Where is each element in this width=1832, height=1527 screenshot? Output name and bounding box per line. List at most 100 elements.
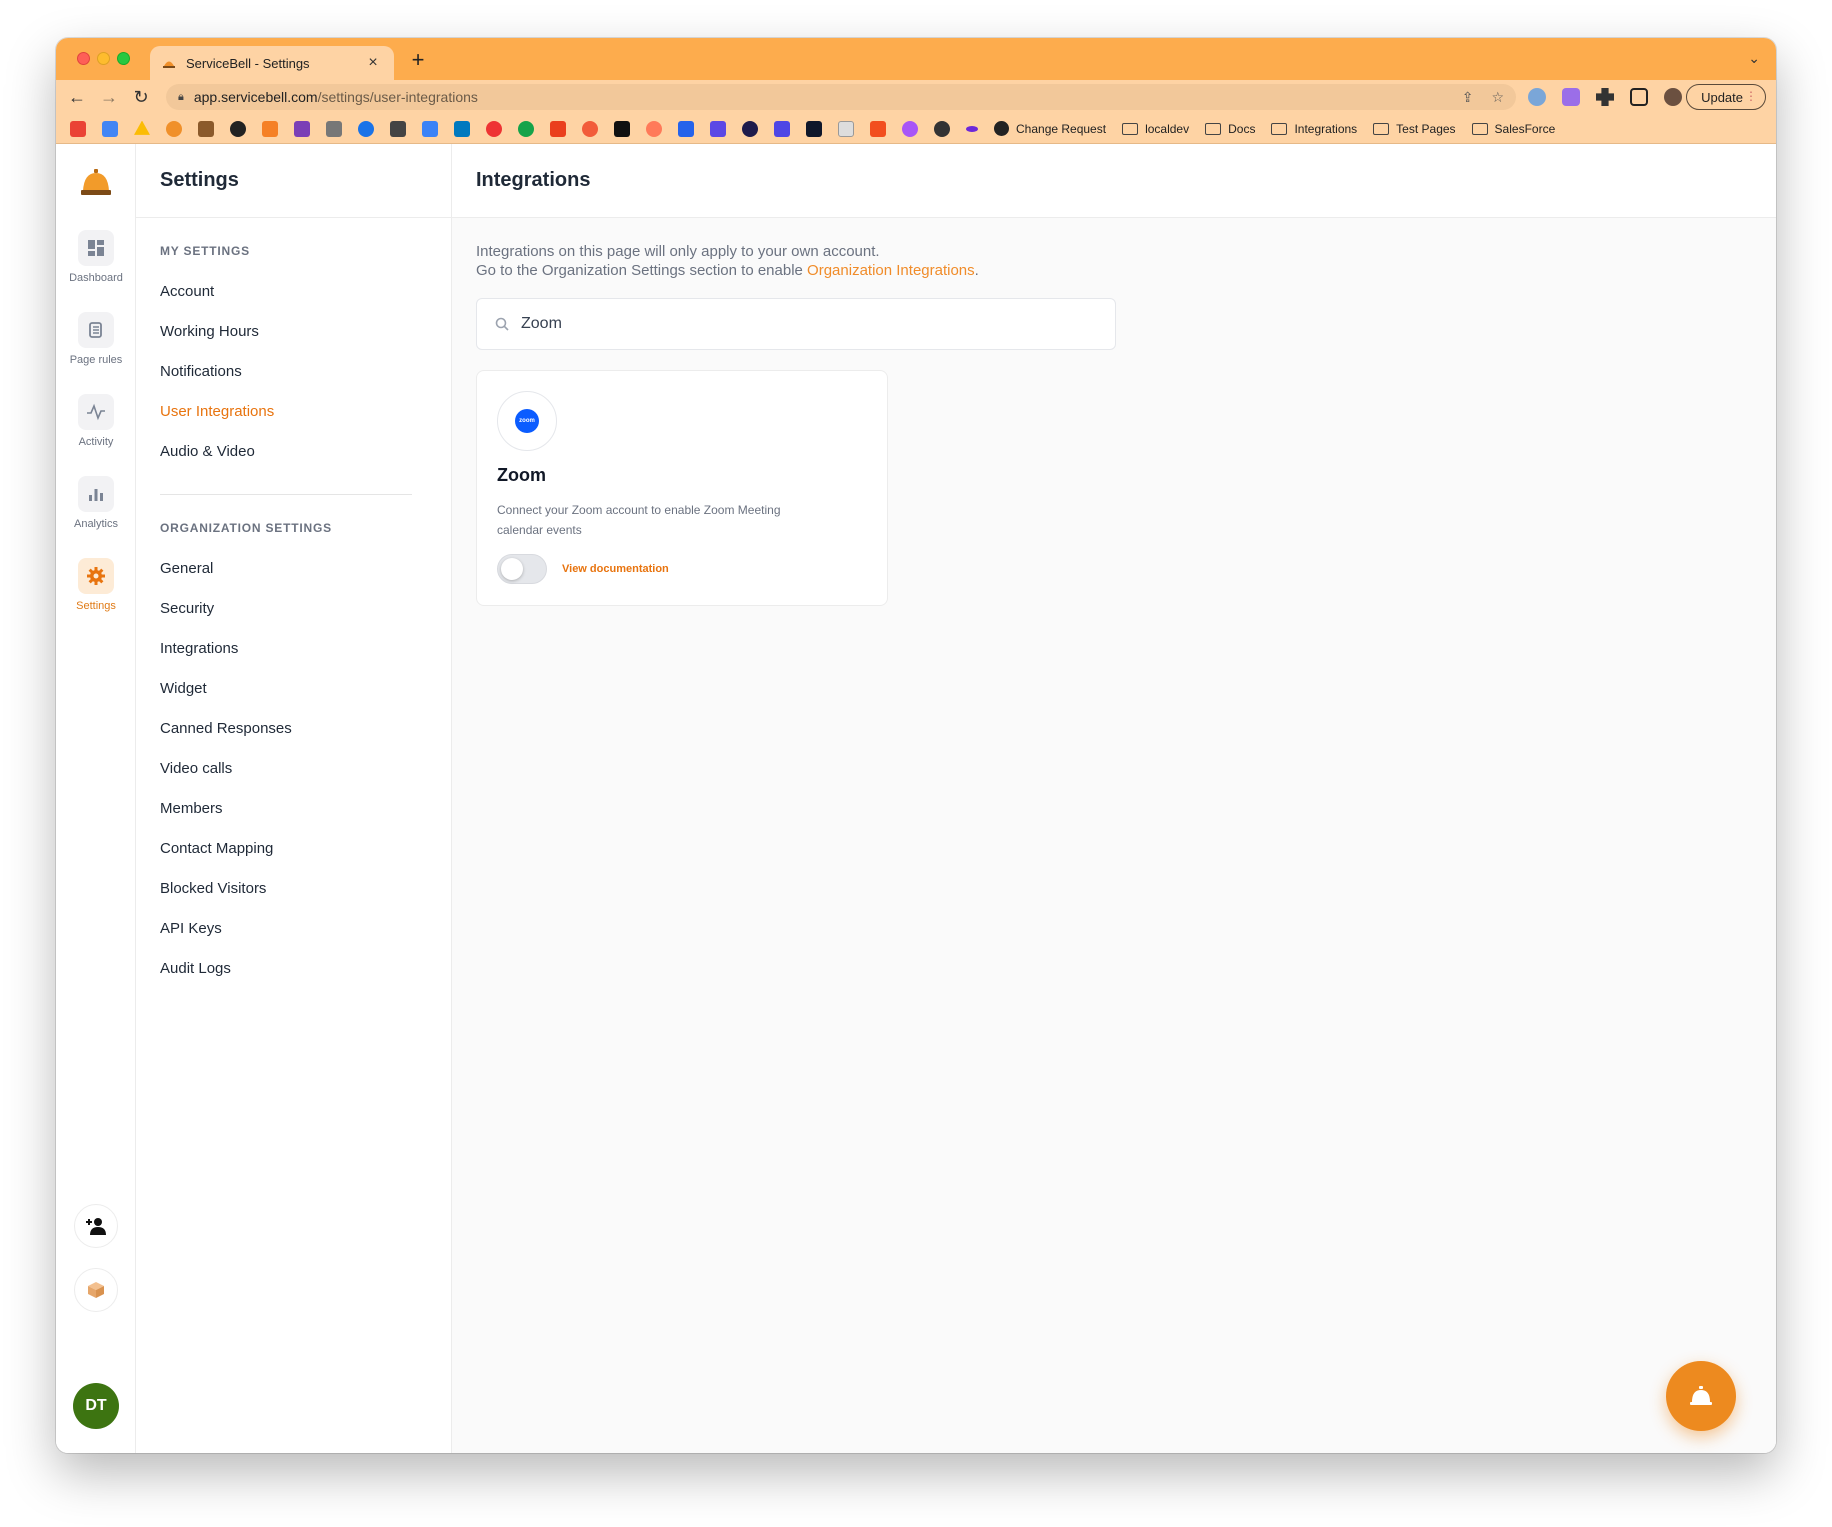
app-bookmark-icon[interactable]	[934, 120, 950, 137]
bookmark-change-request[interactable]: Change Request	[994, 121, 1106, 136]
nav-link-notifications[interactable]: Notifications	[160, 352, 427, 392]
app-bookmark-icon[interactable]	[838, 120, 854, 137]
calendar-bookmark-icon[interactable]	[102, 120, 118, 137]
settings-sidebar: Settings MY SETTINGS Account Working Hou…	[136, 144, 452, 1453]
nav-link-canned-responses[interactable]: Canned Responses	[160, 709, 427, 749]
app-bookmark-icon[interactable]	[614, 120, 630, 137]
tab-close-icon[interactable]: ×	[364, 54, 382, 72]
github-bookmark-icon[interactable]	[230, 120, 246, 137]
app-bookmark-icon[interactable]	[710, 120, 726, 137]
bookmark-star-icon[interactable]: ☆	[1491, 89, 1504, 106]
bookmark-folder-localdev[interactable]: localdev	[1122, 122, 1189, 136]
nav-link-contact-mapping[interactable]: Contact Mapping	[160, 829, 427, 869]
bookmark-folder-salesforce[interactable]: SalesForce	[1471, 122, 1555, 136]
close-window-button[interactable]	[77, 52, 90, 65]
organization-integrations-link[interactable]: Organization Integrations	[807, 262, 975, 279]
bookmark-folder-docs[interactable]: Docs	[1205, 122, 1255, 136]
extension-icon[interactable]	[1562, 88, 1580, 106]
bookmark-folder-test-pages[interactable]: Test Pages	[1373, 121, 1456, 136]
bookmark-folder-integrations[interactable]: Integrations	[1271, 122, 1357, 136]
app-bookmark-icon[interactable]	[806, 120, 822, 137]
folder-icon	[1471, 122, 1488, 135]
profile-avatar-icon[interactable]	[1664, 88, 1682, 106]
browser-titlebar: ServiceBell - Settings × + ⌄	[56, 38, 1776, 80]
servicebell-widget-button[interactable]	[1666, 1361, 1736, 1431]
main-header: Integrations	[452, 144, 1776, 218]
nav-link-user-integrations[interactable]: User Integrations	[160, 392, 427, 432]
nav-link-audit-logs[interactable]: Audit Logs	[160, 949, 427, 989]
nav-link-integrations[interactable]: Integrations	[160, 629, 427, 669]
integration-search[interactable]	[476, 298, 1116, 350]
integration-description: Connect your Zoom account to enable Zoom…	[497, 503, 781, 537]
servicebell-logo-icon[interactable]	[78, 164, 114, 200]
app-bookmark-icon[interactable]	[390, 120, 406, 137]
box-bookmark-icon[interactable]	[262, 120, 278, 137]
home-bookmark-icon[interactable]	[198, 120, 214, 137]
rail-dashboard[interactable]: Dashboard	[56, 230, 136, 284]
github-icon	[994, 121, 1009, 136]
nav-link-api-keys[interactable]: API Keys	[160, 909, 427, 949]
address-bar[interactable]: 🔒︎ app.servicebell.com/settings/user-int…	[166, 84, 1516, 110]
app-bookmark-icon[interactable]	[774, 120, 790, 137]
integration-title: Zoom	[497, 465, 546, 485]
app-bookmark-icon[interactable]	[294, 120, 310, 137]
nav-link-blocked-visitors[interactable]: Blocked Visitors	[160, 869, 427, 909]
search-input[interactable]	[521, 315, 1081, 333]
folder-icon	[1271, 122, 1288, 135]
hubspot-bookmark-icon[interactable]	[646, 120, 662, 137]
url-path: /settings/user-integrations	[317, 89, 478, 105]
app-bookmark-icon[interactable]	[518, 120, 534, 137]
app-bookmark-icon[interactable]	[422, 120, 438, 137]
trello-bookmark-icon[interactable]	[454, 120, 470, 137]
app-bookmark-icon[interactable]	[550, 120, 566, 137]
app-bookmark-icon[interactable]	[902, 120, 918, 137]
maximize-window-button[interactable]	[117, 52, 130, 65]
nav-link-video-calls[interactable]: Video calls	[160, 749, 427, 789]
rail-page-rules[interactable]: Page rules	[56, 312, 136, 366]
extension-icon[interactable]	[1528, 88, 1546, 106]
nav-link-account[interactable]: Account	[160, 272, 427, 312]
share-icon[interactable]: ⇪	[1462, 89, 1474, 106]
rail-activity[interactable]: Activity	[56, 394, 136, 448]
1password-bookmark-icon[interactable]	[358, 120, 374, 137]
browser-tab[interactable]: ServiceBell - Settings ×	[150, 46, 394, 80]
workspace-switcher-button[interactable]	[74, 1268, 118, 1312]
reload-icon[interactable]: ↻	[130, 86, 152, 108]
rail-label: Dashboard	[69, 272, 123, 284]
rail-analytics[interactable]: Analytics	[56, 476, 136, 530]
invite-user-button[interactable]	[74, 1204, 118, 1248]
app-bookmark-icon[interactable]	[742, 120, 758, 137]
minimize-window-button[interactable]	[97, 52, 110, 65]
app-bookmark-icon[interactable]	[966, 125, 978, 132]
drive-bookmark-icon[interactable]	[134, 120, 150, 135]
side-panel-icon[interactable]	[1630, 88, 1648, 106]
tab-search-chevron-icon[interactable]: ⌄	[1748, 50, 1760, 67]
nav-link-security[interactable]: Security	[160, 589, 427, 629]
view-documentation-link[interactable]: View documentation	[562, 563, 669, 575]
app-bookmark-icon[interactable]	[678, 120, 694, 137]
zoom-enable-toggle[interactable]	[497, 554, 547, 584]
new-tab-button[interactable]: +	[406, 48, 430, 72]
back-arrow-icon[interactable]: ←	[66, 86, 88, 108]
nav-link-audio-video[interactable]: Audio & Video	[160, 432, 427, 472]
puzzle-extensions-icon[interactable]	[1596, 88, 1614, 106]
bookmark-label: Test Pages	[1396, 121, 1456, 136]
nav-link-members[interactable]: Members	[160, 789, 427, 829]
servicebell-bookmark-icon[interactable]	[166, 120, 182, 137]
nav-link-working-hours[interactable]: Working Hours	[160, 312, 427, 352]
dashboard-icon	[78, 230, 114, 266]
gmail-bookmark-icon[interactable]	[70, 120, 86, 137]
update-button[interactable]: Update ⋮	[1686, 84, 1766, 110]
nav-link-general[interactable]: General	[160, 549, 427, 589]
figma-bookmark-icon[interactable]	[870, 120, 886, 137]
bookmark-label: localdev	[1145, 121, 1190, 136]
app-bookmark-icon[interactable]	[326, 120, 342, 137]
rail-settings[interactable]: Settings	[56, 558, 136, 612]
forward-arrow-icon[interactable]: →	[98, 86, 120, 108]
app-bookmark-icon[interactable]	[582, 120, 598, 137]
box-icon	[88, 1282, 104, 1298]
app-bookmark-icon[interactable]	[486, 120, 502, 137]
nav-link-widget[interactable]: Widget	[160, 669, 427, 709]
avatar[interactable]: DT	[73, 1383, 119, 1429]
section-title: MY SETTINGS	[160, 244, 250, 258]
